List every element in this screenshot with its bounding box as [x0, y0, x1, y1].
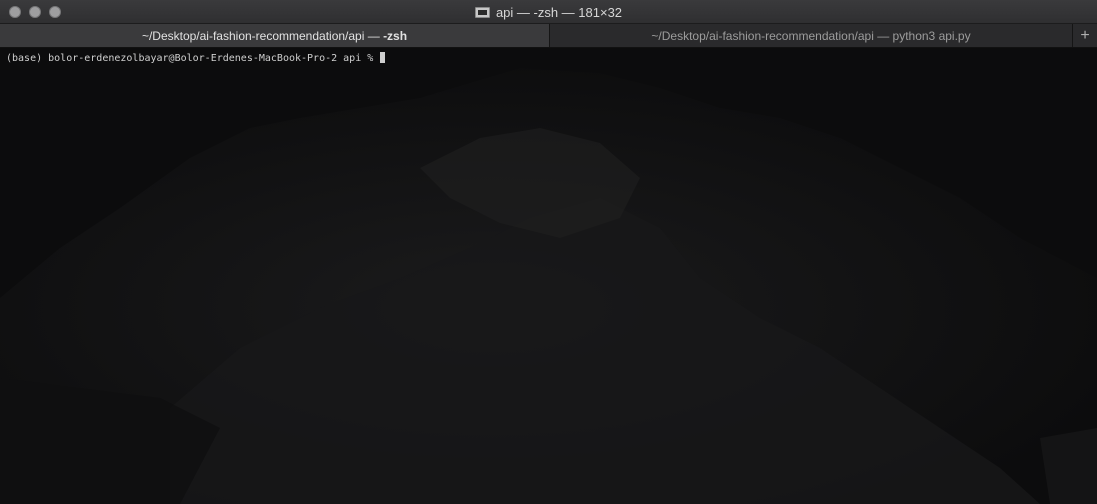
terminal-window: api — -zsh — 181×32 ~/Desktop/ai-fashion…: [0, 0, 1097, 504]
window-title-group: api — -zsh — 181×32: [0, 0, 1097, 24]
tab-zsh-command: -zsh: [383, 28, 408, 43]
title-bar[interactable]: api — -zsh — 181×32: [0, 0, 1097, 24]
new-tab-button[interactable]: +: [1072, 24, 1097, 47]
tab-bar: ~/Desktop/ai-fashion-recommendation/api …: [0, 24, 1097, 48]
desktop-wallpaper-background: [0, 48, 1097, 504]
shell-prompt: (base) bolor-erdenezolbayar@Bolor-Erdene…: [6, 53, 380, 64]
plus-icon: +: [1080, 26, 1090, 44]
tab-zsh-path: ~/Desktop/ai-fashion-recommendation/api …: [141, 28, 384, 43]
terminal-icon: [474, 6, 490, 18]
window-title: api — -zsh — 181×32: [495, 4, 623, 20]
terminal-prompt-line[interactable]: (base) bolor-erdenezolbayar@Bolor-Erdene…: [6, 52, 386, 65]
tab-zsh-label: ~/Desktop/ai-fashion-recommendation/api …: [142, 29, 407, 43]
text-cursor: [380, 52, 386, 63]
tab-python-api-label: ~/Desktop/ai-fashion-recommendation/api …: [651, 28, 971, 43]
terminal-content[interactable]: (base) bolor-erdenezolbayar@Bolor-Erdene…: [0, 48, 1097, 504]
tab-zsh[interactable]: ~/Desktop/ai-fashion-recommendation/api …: [0, 24, 549, 47]
tab-python-api[interactable]: ~/Desktop/ai-fashion-recommendation/api …: [549, 24, 1072, 47]
